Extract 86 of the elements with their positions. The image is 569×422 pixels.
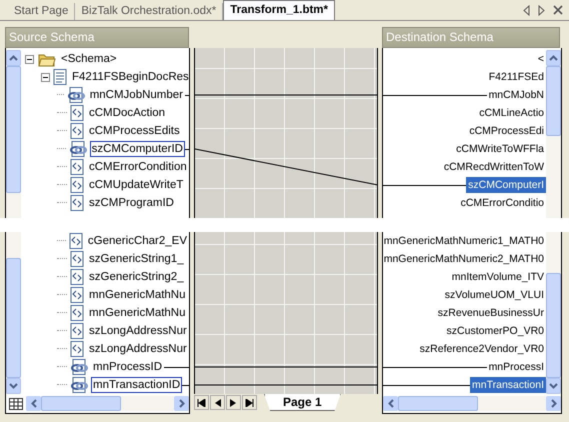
grid-view-icon[interactable] bbox=[9, 398, 23, 410]
vertical-scrollbar[interactable] bbox=[546, 232, 561, 394]
field-icon bbox=[70, 287, 84, 303]
field-icon bbox=[70, 251, 84, 267]
tree-node[interactable]: mnGenericMathNu bbox=[87, 305, 188, 321]
field-icon bbox=[70, 323, 84, 339]
panel-header: Destination Schema bbox=[382, 27, 560, 48]
tree-node[interactable]: cCMWriteToWFFla bbox=[454, 141, 546, 157]
field-icon bbox=[70, 341, 84, 357]
vertical-scrollbar[interactable] bbox=[6, 232, 21, 394]
scroll-down-button[interactable] bbox=[546, 378, 561, 394]
horizontal-scrollbar[interactable] bbox=[383, 396, 561, 411]
tree-node[interactable]: cCMErrorCondition bbox=[87, 159, 189, 175]
tree-node[interactable]: cCMRecdWrittenToW bbox=[442, 159, 546, 175]
previous-page-icon bbox=[213, 398, 222, 406]
tree-node[interactable]: cCMErrorConditio bbox=[458, 195, 546, 211]
tree-node[interactable]: mnTransactionID bbox=[91, 377, 182, 393]
tree-node[interactable]: szCMProgramID bbox=[87, 195, 176, 211]
field-icon bbox=[70, 105, 84, 121]
tree-node[interactable]: szLongAddressNur bbox=[87, 323, 189, 339]
document-tab[interactable]: Transform_1.btm* bbox=[223, 0, 335, 20]
panel-header: Source Schema bbox=[5, 27, 189, 48]
vertical-scrollbar[interactable] bbox=[546, 50, 561, 218]
tree-node[interactable]: mnProcessID bbox=[91, 359, 164, 375]
document-tab[interactable]: Start Page bbox=[8, 3, 76, 20]
tree-node[interactable]: szReference2Vendor_VR0 bbox=[418, 341, 546, 357]
field-icon bbox=[70, 177, 84, 193]
scroll-left-icon[interactable] bbox=[523, 4, 530, 16]
next-page-icon bbox=[229, 398, 238, 406]
tree-node[interactable]: mnTransactionI bbox=[470, 377, 546, 393]
tree-node[interactable]: szGenericString1_ bbox=[87, 251, 186, 267]
scroll-right-icon[interactable] bbox=[538, 4, 545, 16]
tree-node[interactable]: F4211FSEd bbox=[486, 69, 546, 85]
scroll-up-button[interactable] bbox=[6, 50, 21, 66]
tree-node[interactable]: szCMComputerI bbox=[466, 177, 546, 193]
close-icon[interactable] bbox=[553, 5, 563, 15]
scroll-up-button[interactable] bbox=[546, 50, 561, 66]
tree-node[interactable]: szVolumeUOM_VLUI bbox=[442, 287, 546, 303]
field-icon bbox=[70, 123, 84, 139]
page-tab[interactable]: Page 1 bbox=[264, 394, 341, 411]
last-page-icon bbox=[245, 398, 254, 406]
scroll-right-button[interactable] bbox=[546, 396, 561, 411]
tree-node[interactable]: cCMProcessEdi bbox=[467, 123, 546, 139]
tree-node[interactable]: mnGenericMathNumeric1_MATH0 bbox=[382, 233, 546, 249]
next-page-button[interactable] bbox=[226, 395, 241, 410]
scroll-down-button[interactable] bbox=[6, 378, 21, 394]
previous-page-button[interactable] bbox=[210, 395, 225, 410]
tree-node[interactable]: < bbox=[536, 51, 546, 67]
last-page-button[interactable] bbox=[242, 395, 257, 410]
folder-icon bbox=[38, 52, 56, 66]
link-line[interactable] bbox=[195, 148, 378, 186]
tree-node[interactable]: mnGenericMathNu bbox=[87, 287, 188, 303]
tree-node[interactable]: cCMProcessEdits bbox=[87, 123, 182, 139]
scroll-left-button[interactable] bbox=[383, 396, 398, 411]
field-icon bbox=[70, 159, 84, 175]
linked-field-icon bbox=[68, 141, 87, 157]
tree-node[interactable]: cCMLineActio bbox=[477, 105, 546, 121]
tree-node[interactable]: <Schema> bbox=[59, 51, 119, 67]
field-icon bbox=[70, 305, 84, 321]
tree-node[interactable]: cCMUpdateWriteT bbox=[87, 177, 186, 193]
tree-node[interactable]: mnCMJobN bbox=[486, 87, 546, 103]
vertical-scrollbar[interactable] bbox=[6, 50, 21, 218]
tree-node[interactable]: mnProcessI bbox=[486, 359, 546, 375]
first-page-button[interactable] bbox=[194, 395, 209, 410]
collapse-toggle[interactable] bbox=[25, 54, 35, 64]
tree-node[interactable]: mnCMJobNumber bbox=[88, 87, 185, 103]
first-page-icon bbox=[197, 398, 206, 406]
document-icon bbox=[53, 69, 67, 85]
tree-node[interactable]: szLongAddressNur bbox=[87, 341, 189, 357]
tree-node[interactable]: szCustomerPO_VR0 bbox=[444, 323, 546, 339]
tree-node[interactable]: szGenericString2_ bbox=[87, 269, 186, 285]
tree-node[interactable]: cGenericChar2_EV bbox=[86, 233, 189, 249]
linked-field-icon bbox=[70, 359, 88, 375]
field-icon bbox=[70, 195, 84, 211]
horizontal-scrollbar[interactable] bbox=[26, 396, 189, 411]
tree-node[interactable]: F4211FSBeginDocRes bbox=[70, 69, 191, 85]
scroll-left-button[interactable] bbox=[26, 396, 41, 411]
field-icon bbox=[70, 269, 84, 285]
tree-node[interactable]: szRevenueBusinessUr bbox=[436, 305, 546, 321]
tree-node[interactable]: mnItemVolume_ITV bbox=[450, 269, 546, 285]
tree-node[interactable]: szCMComputerID bbox=[90, 141, 185, 157]
collapse-toggle[interactable] bbox=[41, 72, 50, 82]
scroll-right-button[interactable] bbox=[174, 396, 189, 411]
tree-node[interactable]: mnGenericMathNumeric2_MATH0 bbox=[382, 251, 546, 267]
linked-field-icon bbox=[66, 87, 85, 103]
tree-node[interactable]: cCMDocAction bbox=[87, 105, 168, 121]
